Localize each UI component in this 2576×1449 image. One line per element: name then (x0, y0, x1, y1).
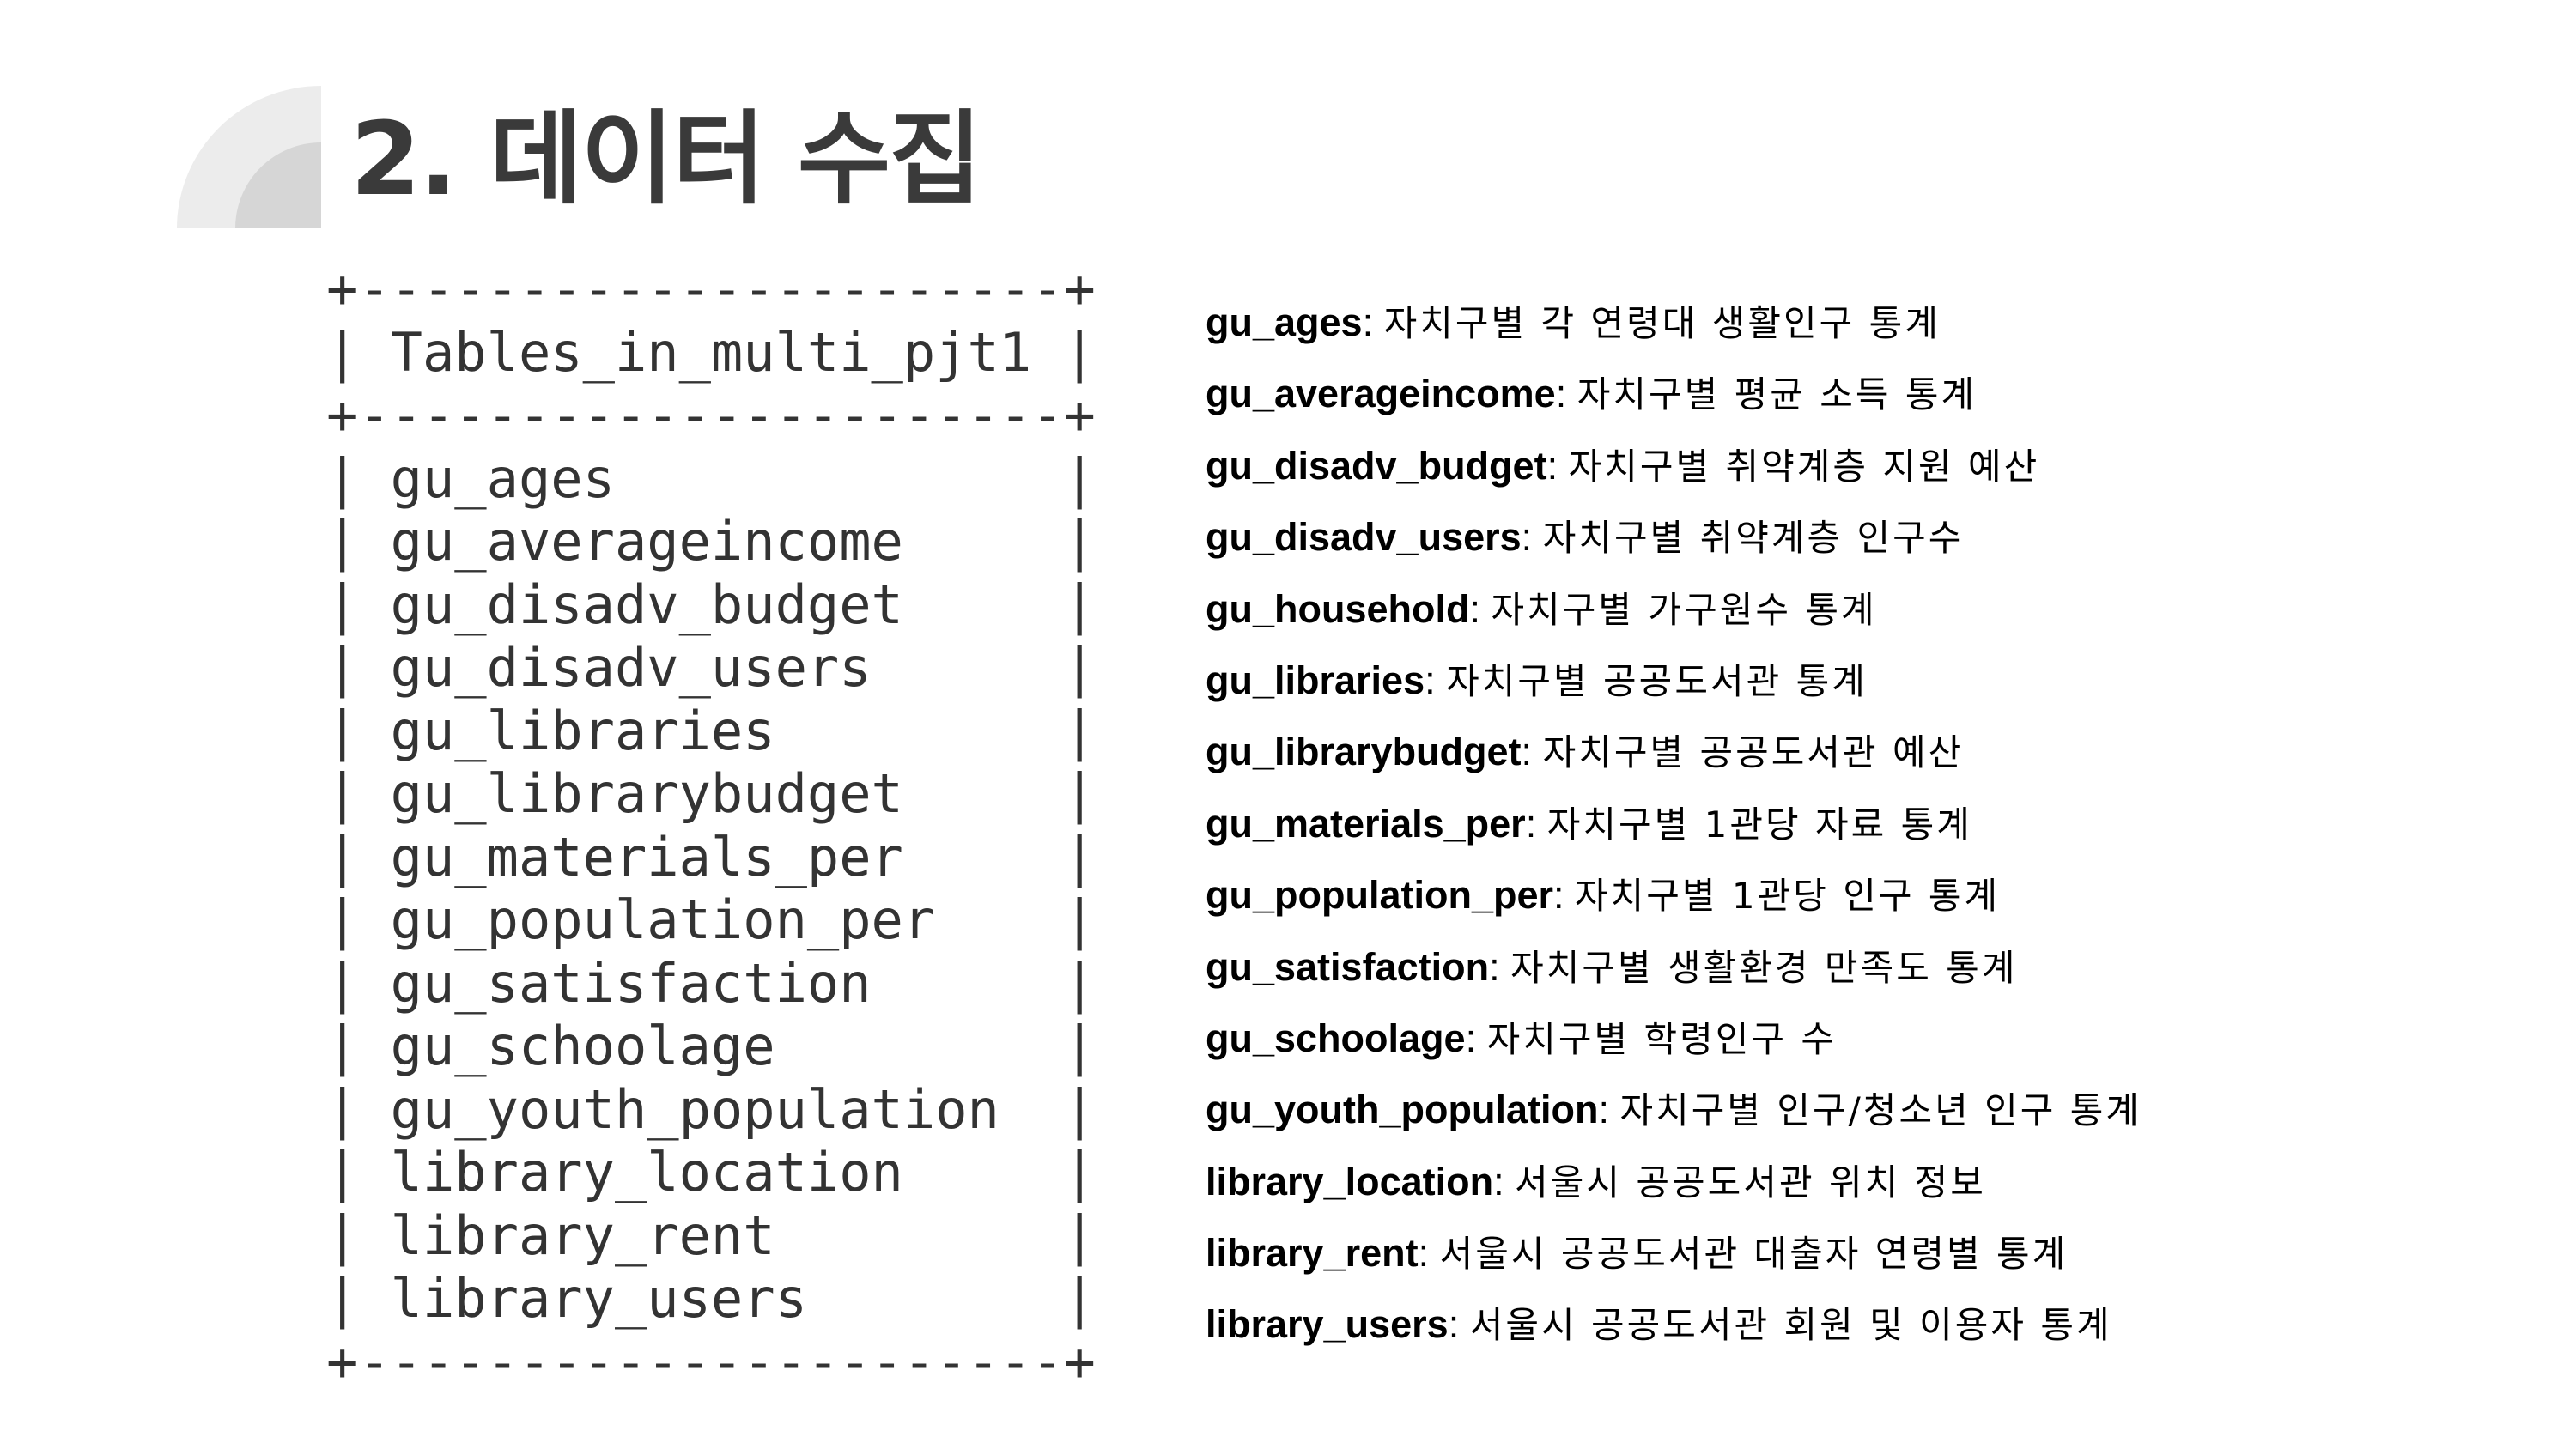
table-name: gu_population_per (1206, 873, 1553, 918)
list-item: gu_satisfaction: 자치구별 생활환경 만족도 통계 (1206, 941, 2142, 1012)
list-item: gu_libraries: 자치구별 공공도서관 통계 (1206, 654, 2142, 725)
table-name: gu_libraries (1206, 658, 1425, 702)
table-row: | gu_disadv_budget | (326, 573, 1096, 636)
separator: : (1469, 586, 1492, 631)
table-name: gu_satisfaction (1206, 944, 1490, 989)
separator: : (1598, 1088, 1620, 1132)
table-border-mid: +----------------------+ (326, 384, 1096, 446)
list-item: gu_disadv_budget: 자치구별 취약계층 지원 예산 (1206, 440, 2142, 511)
list-item: gu_librarybudget: 자치구별 공공도서관 예산 (1206, 725, 2142, 797)
table-description: 자치구별 가구원수 통계 (1491, 588, 1877, 631)
table-description: 자치구별 1관당 인구 통계 (1575, 875, 2001, 918)
table-description: 자치구별 각 연령대 생활인구 통계 (1383, 302, 1941, 344)
table-row: | gu_satisfaction | (326, 951, 1096, 1015)
separator: : (1418, 1231, 1440, 1276)
page-title: 2. 데이터 수집 (350, 100, 982, 218)
table-name: library_location (1206, 1159, 1494, 1203)
table-row: | gu_libraries | (326, 699, 1096, 762)
list-item: gu_schoolage: 자치구별 학령인구 수 (1206, 1012, 2142, 1083)
table-row: | gu_ages | (326, 446, 1096, 510)
table-name: gu_librarybudget (1206, 730, 1522, 774)
table-row: | gu_librarybudget | (326, 762, 1096, 825)
separator: : (1465, 1016, 1487, 1060)
table-description: 자치구별 취약계층 인구수 (1542, 517, 1965, 560)
separator: : (1553, 873, 1576, 918)
table-name: gu_disadv_budget (1206, 443, 1547, 488)
table-description: 자치구별 인구/청소년 인구 통계 (1619, 1089, 2142, 1132)
table-name: gu_household (1206, 586, 1470, 631)
list-item: gu_ages: 자치구별 각 연령대 생활인구 통계 (1206, 296, 2142, 367)
separator: : (1555, 372, 1577, 416)
table-name: library_rent (1206, 1231, 1419, 1276)
table-description: 자치구별 공공도서관 예산 (1542, 731, 1965, 774)
list-item: gu_population_per: 자치구별 1관당 인구 통계 (1206, 869, 2142, 940)
table-border-top: +----------------------+ (326, 258, 1096, 320)
table-row: | library_rent | (326, 1203, 1096, 1267)
table-description: 자치구별 1관당 자료 통계 (1546, 803, 1972, 846)
list-item: library_rent: 서울시 공공도서관 대출자 연령별 통계 (1206, 1227, 2142, 1298)
table-name: gu_youth_population (1206, 1088, 1599, 1132)
table-name: library_users (1206, 1302, 1449, 1347)
table-description: 자치구별 학령인구 수 (1486, 1017, 1838, 1060)
table-name: gu_disadv_users (1206, 515, 1522, 560)
table-row: | gu_youth_population | (326, 1077, 1096, 1141)
list-item: gu_averageincome: 자치구별 평균 소득 통계 (1206, 367, 2142, 439)
table-description: 서울시 공공도서관 대출자 연령별 통계 (1439, 1233, 2069, 1276)
separator: : (1493, 1159, 1516, 1203)
separator: : (1425, 658, 1447, 702)
separator: : (1448, 1302, 1470, 1347)
list-item: gu_disadv_users: 자치구별 취약계층 인구수 (1206, 511, 2142, 582)
table-name: gu_schoolage (1206, 1016, 1466, 1060)
mysql-table-listing: +----------------------+ | Tables_in_mult… (326, 258, 1096, 1393)
table-row: | gu_disadv_users | (326, 636, 1096, 699)
separator: : (1546, 443, 1569, 488)
table-description: 자치구별 평균 소득 통계 (1577, 373, 1978, 416)
table-description: 서울시 공공도서관 위치 정보 (1515, 1161, 1986, 1203)
table-border-bottom: +----------------------+ (326, 1330, 1096, 1393)
separator: : (1521, 515, 1543, 560)
quarter-circle-icon (177, 86, 321, 228)
table-description-list: gu_ages: 자치구별 각 연령대 생활인구 통계 gu_averagein… (1206, 296, 2142, 1370)
table-row: | gu_averageincome | (326, 510, 1096, 573)
list-item: library_location: 서울시 공공도서관 위치 정보 (1206, 1155, 2142, 1227)
separator: : (1521, 730, 1543, 774)
table-name: gu_materials_per (1206, 801, 1526, 846)
list-item: gu_household: 자치구별 가구원수 통계 (1206, 583, 2142, 654)
list-item: gu_youth_population: 자치구별 인구/청소년 인구 통계 (1206, 1083, 2142, 1155)
table-description: 자치구별 공공도서관 통계 (1446, 659, 1868, 702)
table-row: | gu_materials_per | (326, 825, 1096, 888)
list-item: library_users: 서울시 공공도서관 회원 및 이용자 통계 (1206, 1298, 2142, 1369)
table-row: | library_location | (326, 1141, 1096, 1203)
table-description: 자치구별 생활환경 만족도 통계 (1510, 946, 2018, 989)
separator: : (1525, 801, 1547, 846)
table-row: | gu_schoolage | (326, 1015, 1096, 1077)
table-row: | library_users | (326, 1267, 1096, 1330)
separator: : (1489, 944, 1511, 989)
table-description: 서울시 공공도서관 회원 및 이용자 통계 (1469, 1304, 2112, 1347)
table-row: | gu_population_per | (326, 888, 1096, 951)
table-name: gu_ages (1206, 300, 1363, 344)
table-description: 자치구별 취약계층 지원 예산 (1568, 445, 2040, 488)
table-header: | Tables_in_multi_pjt1 | (326, 320, 1096, 384)
table-name: gu_averageincome (1206, 372, 1556, 416)
list-item: gu_materials_per: 자치구별 1관당 자료 통계 (1206, 797, 2142, 869)
separator: : (1362, 300, 1384, 344)
